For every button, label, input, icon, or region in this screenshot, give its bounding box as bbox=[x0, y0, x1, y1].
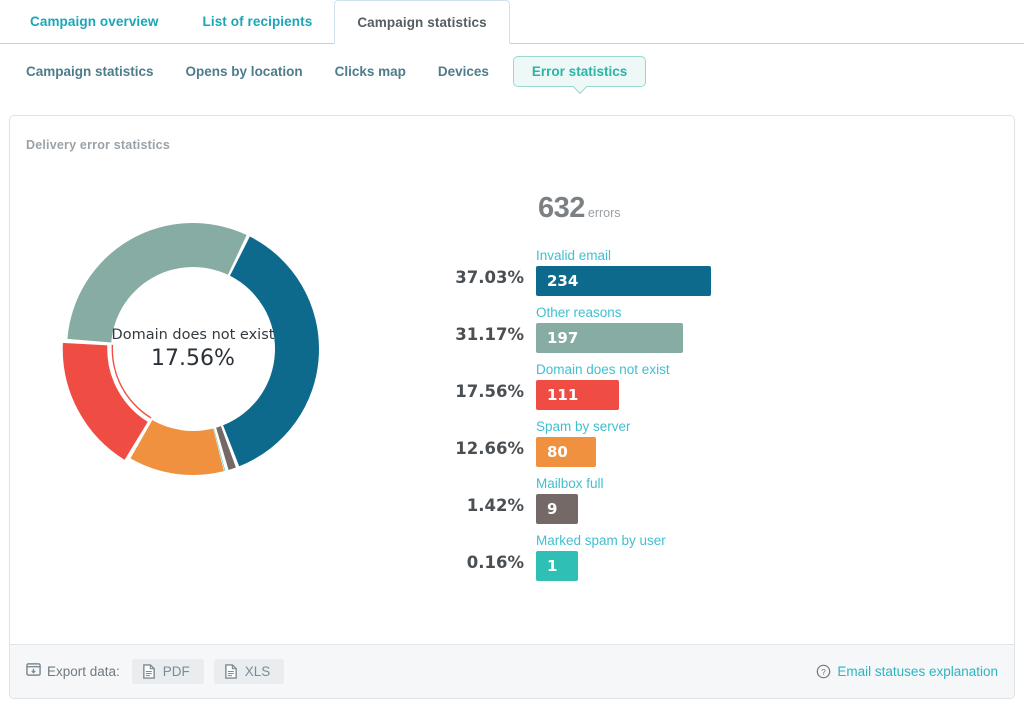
legend-row: 37.03%Invalid email 234 bbox=[450, 239, 970, 296]
legend-percentage: 17.56% bbox=[450, 382, 536, 410]
donut-slice[interactable] bbox=[62, 342, 149, 461]
donut-slice[interactable] bbox=[223, 237, 319, 467]
subtab-clicks-map[interactable]: Clicks map bbox=[319, 64, 422, 79]
export-icon bbox=[26, 662, 41, 682]
legend-bar-column: Other reasons 197 bbox=[536, 305, 970, 353]
panel-body: Domain does not exist 17.56% 632errors 3… bbox=[10, 152, 1014, 655]
legend-row: 12.66%Spam by server 80 bbox=[450, 410, 970, 467]
export-section: Export data: PDF bbox=[26, 659, 294, 684]
legend-value-bar[interactable]: 80 bbox=[536, 437, 596, 467]
legend-row: 17.56%Domain does not exist 111 bbox=[450, 353, 970, 410]
subtab-campaign-statistics[interactable]: Campaign statistics bbox=[10, 64, 170, 79]
tab-campaign-statistics[interactable]: Campaign statistics bbox=[334, 0, 509, 44]
sub-tab-bar: Campaign statistics Opens by location Cl… bbox=[0, 44, 1024, 98]
email-statuses-explanation-link[interactable]: ? Email statuses explanation bbox=[816, 664, 998, 679]
legend-percentage: 0.16% bbox=[450, 553, 536, 581]
subtab-caret-icon bbox=[572, 79, 586, 93]
donut-svg bbox=[48, 204, 338, 494]
legend-percentage: 1.42% bbox=[450, 496, 536, 524]
legend-row: 31.17%Other reasons 197 bbox=[450, 296, 970, 353]
subtab-error-statistics-label: Error statistics bbox=[532, 64, 627, 79]
legend-row: 0.16%Marked spam by user 1 bbox=[450, 524, 970, 581]
delivery-error-statistics-panel: Delivery error statistics Domain does no… bbox=[9, 115, 1015, 699]
error-legend-bars: 632errors 37.03%Invalid email23431.17%Ot… bbox=[450, 192, 970, 581]
donut-slice[interactable] bbox=[67, 223, 246, 342]
legend-category-link[interactable]: Spam by server bbox=[536, 419, 970, 434]
legend-bar-column: Marked spam by user 1 bbox=[536, 533, 970, 581]
legend-bar-column: Spam by server 80 bbox=[536, 419, 970, 467]
file-pdf-icon bbox=[142, 664, 156, 679]
legend-bar-column: Invalid email 234 bbox=[536, 248, 970, 296]
legend-category-link[interactable]: Mailbox full bbox=[536, 476, 970, 491]
question-circle-icon: ? bbox=[816, 664, 831, 679]
total-errors-unit: errors bbox=[588, 206, 621, 220]
export-pdf-label: PDF bbox=[163, 664, 190, 679]
legend-value-bar[interactable]: 197 bbox=[536, 323, 683, 353]
file-xls-icon bbox=[224, 664, 238, 679]
export-xls-label: XLS bbox=[245, 664, 271, 679]
legend-category-link[interactable]: Domain does not exist bbox=[536, 362, 970, 377]
export-data-label: Export data: bbox=[47, 664, 120, 679]
legend-category-link[interactable]: Marked spam by user bbox=[536, 533, 970, 548]
legend-value-bar[interactable]: 234 bbox=[536, 266, 711, 296]
legend-value-bar[interactable]: 111 bbox=[536, 380, 619, 410]
legend-bar-column: Domain does not exist 111 bbox=[536, 362, 970, 410]
legend-value-bar[interactable]: 9 bbox=[536, 494, 578, 524]
legend-percentage: 12.66% bbox=[450, 439, 536, 467]
legend-row: 1.42%Mailbox full 9 bbox=[450, 467, 970, 524]
subtab-error-statistics[interactable]: Error statistics bbox=[513, 56, 646, 87]
subtab-devices[interactable]: Devices bbox=[422, 64, 505, 79]
legend-value-bar[interactable]: 1 bbox=[536, 551, 578, 581]
legend-category-link[interactable]: Invalid email bbox=[536, 248, 970, 263]
export-xls-button[interactable]: XLS bbox=[214, 659, 285, 684]
panel-footer: Export data: PDF bbox=[10, 644, 1014, 698]
legend-bar-column: Mailbox full 9 bbox=[536, 476, 970, 524]
total-errors-value: 632 bbox=[538, 192, 585, 224]
panel-title: Delivery error statistics bbox=[10, 116, 1014, 152]
main-tab-bar: Campaign overview List of recipients Cam… bbox=[0, 0, 1024, 44]
legend-category-link[interactable]: Other reasons bbox=[536, 305, 970, 320]
export-pdf-button[interactable]: PDF bbox=[132, 659, 204, 684]
error-donut-chart[interactable]: Domain does not exist 17.56% bbox=[48, 204, 338, 494]
svg-text:?: ? bbox=[822, 667, 827, 677]
help-link-label: Email statuses explanation bbox=[837, 664, 998, 679]
subtab-opens-by-location[interactable]: Opens by location bbox=[170, 64, 319, 79]
legend-percentage: 31.17% bbox=[450, 325, 536, 353]
tab-campaign-overview[interactable]: Campaign overview bbox=[8, 0, 181, 43]
total-errors: 632errors bbox=[538, 192, 970, 225]
legend-percentage: 37.03% bbox=[450, 268, 536, 296]
tab-list-of-recipients[interactable]: List of recipients bbox=[181, 0, 335, 43]
